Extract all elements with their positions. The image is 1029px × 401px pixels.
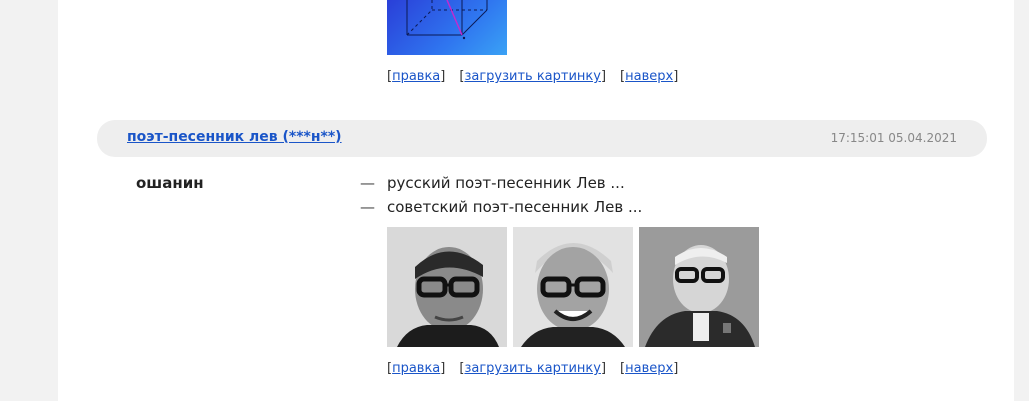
clue-list: — русский поэт-песенник Лев ... — советски…	[360, 174, 642, 222]
clue-text: советский поэт-песенник Лев ...	[387, 198, 643, 216]
cube-illustration-image	[387, 0, 507, 55]
upload-image-link[interactable]: загрузить картинку	[464, 69, 601, 84]
entry-header-bar: поэт-песенник лев (***н**) 17:15:01 05.0…	[97, 120, 987, 157]
edit-link[interactable]: правка	[392, 361, 440, 376]
back-to-top-link[interactable]: наверх	[625, 361, 673, 376]
back-to-top-link[interactable]: наверх	[625, 69, 673, 84]
clue-item: — русский поэт-песенник Лев ...	[360, 174, 642, 198]
answer-word: ошанин	[136, 174, 204, 192]
portrait-photo[interactable]	[387, 227, 507, 347]
top-block-links: [правка] [загрузить картинку] [наверх]	[387, 69, 679, 84]
portrait-photo[interactable]	[513, 227, 633, 347]
portrait-photo[interactable]	[639, 227, 759, 347]
clue-item: — советский поэт-песенник Лев ...	[360, 198, 642, 222]
edit-link[interactable]: правка	[392, 69, 440, 84]
upload-image-link[interactable]: загрузить картинку	[464, 361, 601, 376]
clue-text: русский поэт-песенник Лев ...	[387, 174, 625, 192]
dash-marker: —	[360, 174, 375, 192]
entry-links: [правка] [загрузить картинку] [наверх]	[387, 361, 679, 376]
content-column: [правка] [загрузить картинку] [наверх] поэ…	[58, 0, 1014, 401]
dash-marker: —	[360, 198, 375, 216]
entry-title-link[interactable]: поэт-песенник лев (***н**)	[127, 129, 342, 145]
entry-timestamp: 17:15:01 05.04.2021	[830, 131, 957, 145]
